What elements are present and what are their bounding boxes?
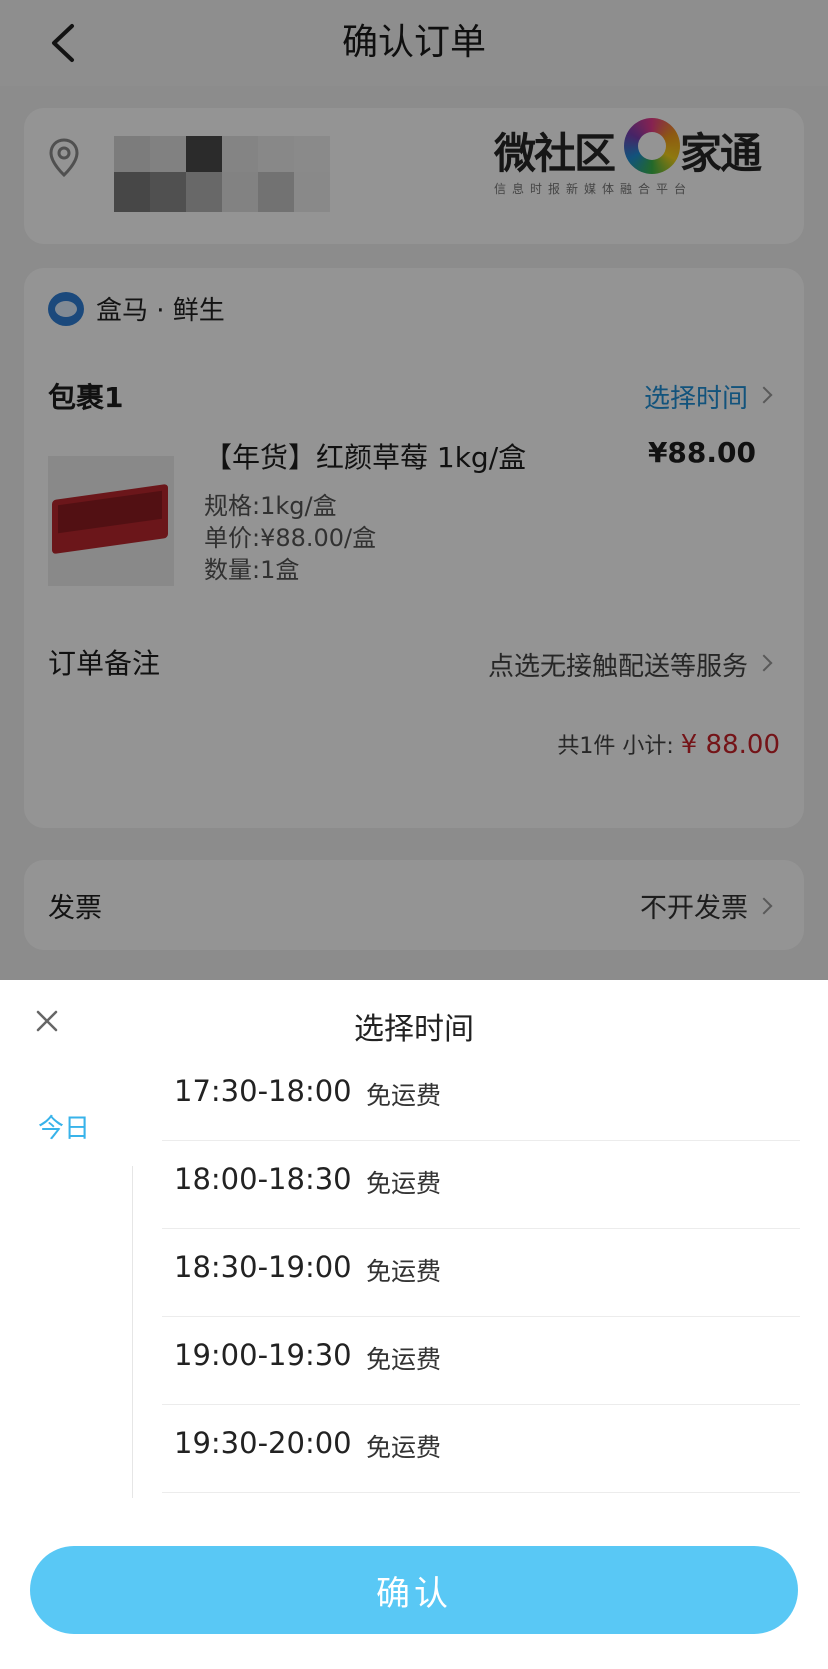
time-slot[interactable]: 18:30-19:00 免运费: [162, 1228, 800, 1317]
sheet-title: 选择时间: [354, 1012, 474, 1047]
divider: [132, 1166, 133, 1498]
time-slot[interactable]: 19:00-19:30 免运费: [162, 1316, 800, 1405]
confirm-button[interactable]: 确认: [30, 1546, 798, 1634]
day-tab-today[interactable]: 今日: [38, 1108, 90, 1145]
time-slot[interactable]: 17:30-18:00 免运费: [162, 1052, 800, 1141]
time-slot[interactable]: 19:30-20:00 免运费: [162, 1404, 800, 1493]
modal-backdrop[interactable]: [0, 0, 828, 980]
time-slot[interactable]: 18:00-18:30 免运费: [162, 1140, 800, 1229]
